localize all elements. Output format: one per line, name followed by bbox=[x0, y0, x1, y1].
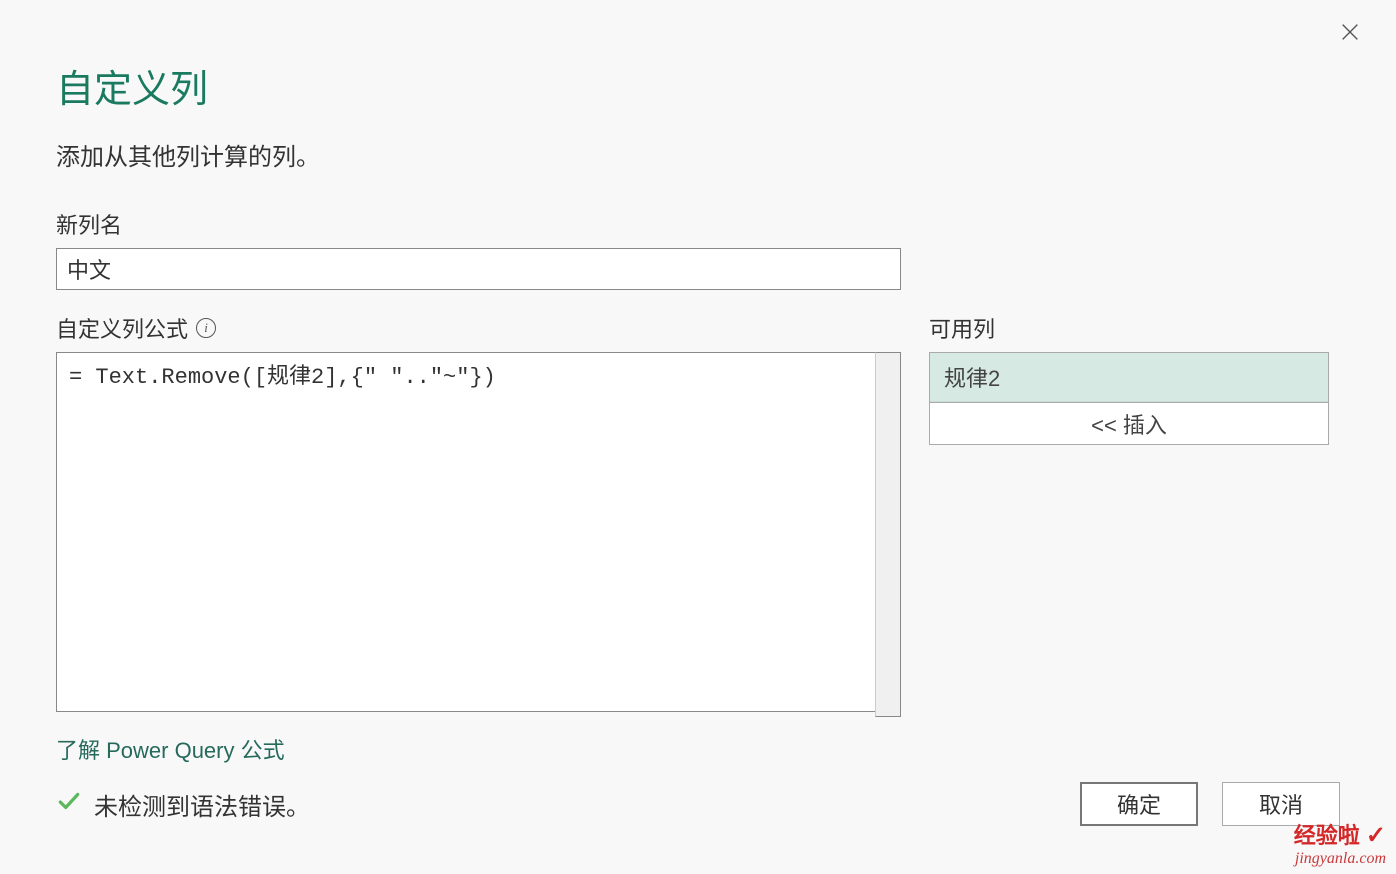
available-columns-section: 可用列 规律2 << 插入 bbox=[929, 312, 1329, 765]
insert-button[interactable]: << 插入 bbox=[929, 403, 1329, 445]
available-columns-list: 规律2 bbox=[929, 352, 1329, 403]
watermark: 经验啦 ✓ jingyanla.com bbox=[1294, 818, 1386, 868]
watermark-brand-text: 经验啦 bbox=[1294, 823, 1360, 848]
ok-button[interactable]: 确定 bbox=[1080, 782, 1198, 826]
formula-wrapper bbox=[56, 352, 901, 717]
newname-input[interactable] bbox=[56, 248, 901, 290]
info-icon[interactable]: i bbox=[196, 318, 216, 338]
dialog-title: 自定义列 bbox=[56, 58, 1340, 113]
watermark-site: jingyanla.com bbox=[1294, 850, 1386, 868]
formula-label: 自定义列公式 i bbox=[56, 312, 901, 344]
formula-column: 自定义列公式 i 了解 Power Query 公式 bbox=[56, 312, 901, 765]
status-text: 未检测到语法错误。 bbox=[94, 787, 310, 822]
column-item[interactable]: 规律2 bbox=[930, 353, 1328, 402]
formula-label-text: 自定义列公式 bbox=[56, 312, 188, 344]
close-icon bbox=[1339, 21, 1361, 43]
formula-scrollbar[interactable] bbox=[875, 352, 901, 717]
watermark-check-icon: ✓ bbox=[1366, 822, 1386, 849]
check-icon bbox=[56, 788, 82, 821]
formula-input[interactable] bbox=[56, 352, 901, 712]
watermark-brand: 经验啦 ✓ bbox=[1294, 818, 1386, 850]
syntax-status: 未检测到语法错误。 bbox=[56, 787, 310, 822]
newname-label: 新列名 bbox=[56, 208, 1340, 240]
custom-column-dialog: 自定义列 添加从其他列计算的列。 新列名 自定义列公式 i 了解 Power Q… bbox=[0, 0, 1396, 874]
dialog-footer: 未检测到语法错误。 确定 取消 bbox=[56, 782, 1340, 826]
formula-row: 自定义列公式 i 了解 Power Query 公式 可用列 规律2 << 插入 bbox=[56, 312, 1340, 765]
learn-link[interactable]: 了解 Power Query 公式 bbox=[56, 733, 285, 765]
close-button[interactable] bbox=[1334, 16, 1366, 48]
dialog-subtitle: 添加从其他列计算的列。 bbox=[56, 137, 1340, 172]
available-label: 可用列 bbox=[929, 312, 1329, 344]
